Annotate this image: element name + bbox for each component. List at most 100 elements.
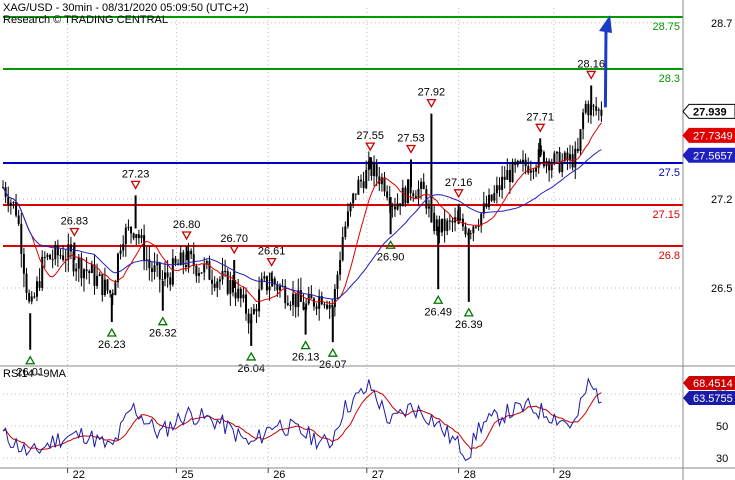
candle-body <box>524 159 527 167</box>
candle-body <box>116 253 119 283</box>
candle-body <box>375 163 378 177</box>
candle-body <box>242 294 245 299</box>
candle-body <box>90 264 93 273</box>
candle-body <box>130 226 133 234</box>
swing-low-label: 26.49 <box>424 306 452 318</box>
candle-body <box>28 292 31 302</box>
swing-high-marker <box>535 123 546 133</box>
candle-body <box>469 233 472 235</box>
swing-low-marker <box>385 239 396 249</box>
candle-body <box>597 109 600 111</box>
candle-body <box>333 288 336 308</box>
price-tag-label: 27.5657 <box>693 150 733 162</box>
candle-body <box>490 194 493 201</box>
rsi-line <box>2 377 602 462</box>
candle-body <box>85 269 88 272</box>
candle-body <box>354 193 357 195</box>
candle-body <box>474 226 477 228</box>
candle-body <box>268 286 271 291</box>
candle-body <box>205 261 208 264</box>
candle-body <box>56 244 59 256</box>
candle-body <box>553 153 556 164</box>
candle-body <box>83 269 86 279</box>
candle-body <box>252 308 255 314</box>
candle-body <box>346 211 349 227</box>
swing-low-label: 26.32 <box>149 328 177 340</box>
candle-body <box>527 166 530 173</box>
candle-body <box>12 202 15 204</box>
candle-body <box>234 292 237 299</box>
candle-body <box>294 293 297 308</box>
rsi-value-label: 63.5755 <box>693 393 733 405</box>
candle-body <box>122 244 125 251</box>
candle-body <box>312 298 315 307</box>
candle-body <box>576 148 579 152</box>
x-tick-label: 22 <box>73 469 85 480</box>
candle-body <box>192 254 195 267</box>
x-tick-label: 29 <box>559 469 571 480</box>
swing-low-marker <box>463 307 474 317</box>
candle-body <box>30 296 33 302</box>
candle-body <box>522 159 525 163</box>
candle-body <box>62 255 65 261</box>
candle-body <box>213 283 216 288</box>
swing-high-marker <box>453 189 464 199</box>
price-chart[interactable]: 28.7528.327.527.1526.8 26.8327.2326.8026… <box>0 0 735 480</box>
candlesticks <box>2 85 603 350</box>
candle-body <box>156 262 159 266</box>
candle-body <box>276 284 279 291</box>
candle-body <box>229 279 232 294</box>
swing-low-marker <box>246 351 257 361</box>
y-tick-label: 26.5 <box>711 283 732 295</box>
candle-body <box>420 181 423 189</box>
candle-body <box>171 258 174 285</box>
candle-body <box>600 109 603 116</box>
candle-body <box>365 169 368 189</box>
candle-body <box>529 170 532 173</box>
candle-body <box>592 105 595 107</box>
candle-body <box>260 278 263 290</box>
rsi-tick-label: 50 <box>716 421 728 433</box>
swing-high-marker <box>586 70 597 80</box>
candle-body <box>401 187 404 207</box>
level-label: 28.3 <box>659 73 680 85</box>
candle-body <box>448 220 451 222</box>
candle-body <box>80 257 83 279</box>
candle-body <box>386 191 389 198</box>
candle-body <box>88 271 91 273</box>
candle-body <box>383 177 386 192</box>
candle-body <box>119 250 122 254</box>
candle-body <box>93 264 96 286</box>
ma-fast-line <box>2 122 602 305</box>
swing-low-label: 26.90 <box>377 251 405 263</box>
candle-body <box>124 227 127 245</box>
swing-low-label: 26.07 <box>319 359 347 371</box>
candle-body <box>77 257 80 269</box>
candle-body <box>245 294 248 314</box>
candle-body <box>328 304 331 309</box>
rsi-label: RSI14 - 9MA <box>3 368 66 380</box>
candle-body <box>106 279 109 291</box>
candle-body <box>54 244 57 260</box>
x-tick-label: 26 <box>273 469 285 480</box>
y-tick-label: 27.2 <box>711 194 732 206</box>
candle-body <box>137 234 140 239</box>
swing-high-label: 27.53 <box>397 132 425 144</box>
candle-body <box>352 193 355 204</box>
candle-body <box>519 160 522 163</box>
candle-body <box>247 313 250 324</box>
candle-body <box>216 281 219 288</box>
candle-body <box>326 304 329 309</box>
candle-body <box>211 279 214 284</box>
candle-body <box>166 272 169 278</box>
candle-body <box>286 303 289 305</box>
swing-high-marker <box>181 231 192 241</box>
candle-body <box>158 262 161 280</box>
swing-high-label: 26.83 <box>61 215 89 227</box>
x-tick-label: 28 <box>464 469 476 480</box>
candle-body <box>595 106 598 111</box>
swing-high-marker <box>405 144 417 154</box>
candle-body <box>362 181 365 189</box>
candle-body <box>464 226 467 235</box>
candle-body <box>339 260 342 275</box>
